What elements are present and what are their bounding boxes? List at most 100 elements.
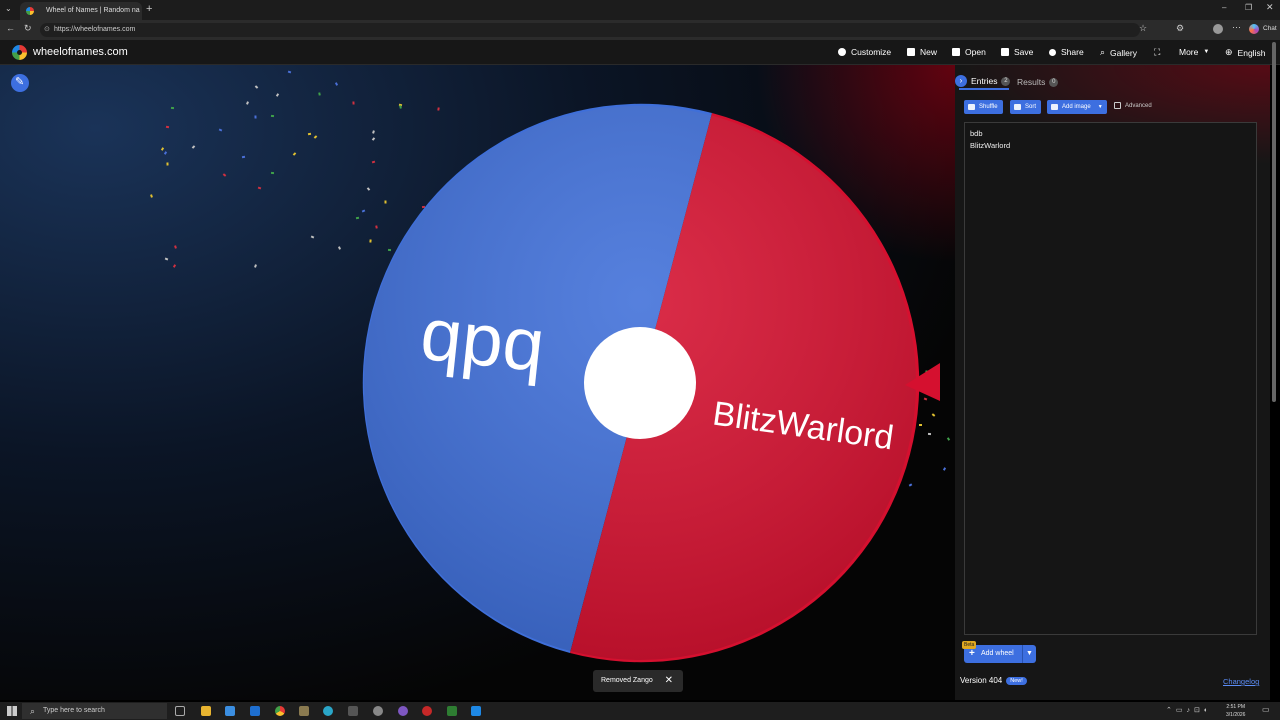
page-scrollbar[interactable] bbox=[1272, 42, 1276, 402]
notifications-icon[interactable]: ▭ bbox=[1262, 705, 1270, 714]
gallery-button[interactable]: ⌕ Gallery bbox=[1100, 47, 1137, 58]
entry-line: BlitzWarlord bbox=[970, 141, 1011, 150]
app-icon[interactable] bbox=[299, 706, 309, 716]
logo-icon[interactable] bbox=[12, 45, 27, 60]
advanced-label: Advanced bbox=[1125, 102, 1152, 109]
chevron-down-icon: ▼ bbox=[1097, 104, 1103, 110]
site-navbar: wheelofnames.com Customize New Open Save… bbox=[0, 40, 1280, 65]
new-badge: New! bbox=[1006, 676, 1027, 685]
entries-panel: › Entries 2 Results 0 Shuffle Sort Add i… bbox=[955, 65, 1270, 700]
windows-start-icon[interactable] bbox=[7, 706, 17, 716]
edge-icon[interactable] bbox=[323, 706, 333, 716]
close-window-icon[interactable]: ✕ bbox=[1266, 2, 1274, 13]
mail-icon[interactable] bbox=[250, 706, 260, 716]
wheel[interactable]: qpq BlitzWarlord bbox=[0, 65, 955, 700]
entries-textarea[interactable]: bdb BlitzWarlord bbox=[964, 122, 1257, 635]
close-icon[interactable]: ✕ bbox=[665, 670, 673, 692]
shuffle-button[interactable]: Shuffle bbox=[964, 100, 1003, 114]
checkbox-icon bbox=[1114, 102, 1121, 109]
customize-button[interactable]: Customize bbox=[838, 47, 891, 57]
extensions-icon[interactable]: ⚙ bbox=[1176, 23, 1184, 34]
chrome-icon[interactable] bbox=[275, 706, 285, 716]
more-label: More bbox=[1179, 47, 1199, 57]
search-icon: ⌕ bbox=[30, 706, 36, 716]
language-label: English bbox=[1237, 47, 1266, 58]
save-button[interactable]: Save bbox=[1001, 47, 1033, 57]
new-label: New bbox=[920, 47, 938, 57]
share-label: Share bbox=[1061, 47, 1084, 57]
wheel-label-qpq: qpq bbox=[417, 292, 548, 387]
copilot-icon[interactable] bbox=[1249, 24, 1259, 34]
app-icon[interactable] bbox=[471, 706, 481, 716]
reload-icon[interactable]: ↻ bbox=[24, 23, 32, 34]
open-button[interactable]: Open bbox=[952, 47, 986, 57]
address-bar-row: ← ↻ ⊙ https://wheelofnames.com ☆ ⚙ ⋯ Cha… bbox=[0, 20, 1280, 40]
language-button[interactable]: ⊕ English bbox=[1225, 47, 1265, 58]
fullscreen-button[interactable]: ⛶ bbox=[1154, 47, 1160, 58]
chevron-down-icon[interactable]: ▼ bbox=[1022, 645, 1036, 663]
taskbar-clock[interactable]: 2:51 PM 3/1/2026 bbox=[1226, 703, 1245, 719]
new-button[interactable]: New bbox=[907, 47, 937, 57]
advanced-checkbox[interactable]: Advanced bbox=[1114, 102, 1152, 109]
share-button[interactable]: Share bbox=[1049, 47, 1084, 57]
clock-date: 3/1/2026 bbox=[1226, 712, 1246, 718]
toast-notification: Removed Zango ✕ bbox=[593, 670, 683, 692]
chat-label[interactable]: Chat bbox=[1263, 25, 1277, 32]
palette-icon bbox=[838, 48, 846, 56]
app-icon[interactable] bbox=[447, 706, 457, 716]
tab-list-icon[interactable]: ⌄ bbox=[5, 4, 12, 13]
lock-icon: ⊙ bbox=[44, 26, 50, 33]
share-icon bbox=[1049, 48, 1056, 56]
minimize-icon[interactable]: – bbox=[1222, 3, 1226, 12]
system-tray-icons[interactable]: ⌃▭♪⊡◐ bbox=[1166, 706, 1212, 714]
sort-label: Sort bbox=[1025, 104, 1037, 110]
taskbar-search-placeholder: Type here to search bbox=[43, 707, 105, 714]
new-tab-icon[interactable]: + bbox=[146, 3, 152, 15]
tab-title: Wheel of Names | Random na bbox=[46, 7, 140, 14]
file-icon bbox=[907, 48, 915, 56]
tab-results-label: Results bbox=[1017, 77, 1046, 87]
favorite-icon[interactable]: ☆ bbox=[1139, 23, 1147, 34]
entry-line: bdb bbox=[970, 129, 983, 138]
app-icon[interactable] bbox=[422, 706, 432, 716]
fullscreen-icon: ⛶ bbox=[1154, 47, 1161, 57]
collapse-panel-icon[interactable]: › bbox=[955, 75, 967, 87]
tab-entries[interactable]: › Entries 2 bbox=[955, 75, 1011, 87]
beta-badge: Beta bbox=[962, 641, 977, 649]
site-name[interactable]: wheelofnames.com bbox=[33, 46, 128, 58]
entries-count-badge: 2 bbox=[1001, 76, 1011, 86]
settings-icon[interactable] bbox=[373, 706, 383, 716]
sort-button[interactable]: Sort bbox=[1010, 100, 1042, 114]
wheel-center[interactable] bbox=[584, 327, 696, 439]
results-count-badge: 0 bbox=[1049, 77, 1059, 87]
tab-entries-label: Entries bbox=[971, 76, 998, 86]
browser-tab-bar: ⌄ Wheel of Names | Random na + – ❐ ✕ bbox=[0, 0, 1280, 20]
favicon-icon bbox=[26, 7, 34, 15]
globe-icon: ⊕ bbox=[1225, 47, 1233, 57]
back-icon[interactable]: ← bbox=[6, 23, 15, 33]
chevron-down-icon: ▼ bbox=[1203, 49, 1210, 55]
folder-icon bbox=[952, 48, 960, 56]
url-text: https://wheelofnames.com bbox=[54, 26, 136, 33]
more-button[interactable]: More ▼ bbox=[1179, 47, 1209, 57]
shuffle-label: Shuffle bbox=[979, 104, 998, 110]
file-explorer-icon[interactable] bbox=[201, 706, 211, 716]
store-icon[interactable] bbox=[225, 706, 235, 716]
restore-icon[interactable]: ❐ bbox=[1245, 3, 1252, 12]
gallery-label: Gallery bbox=[1110, 47, 1137, 58]
profile-icon[interactable] bbox=[1213, 24, 1223, 34]
version-label: Version 404 bbox=[960, 676, 1003, 685]
browser-tab[interactable]: Wheel of Names | Random na bbox=[20, 2, 142, 20]
tab-results[interactable]: Results 0 bbox=[1017, 77, 1059, 87]
menu-dots-icon[interactable]: ⋯ bbox=[1232, 22, 1241, 33]
task-view-icon[interactable] bbox=[175, 706, 185, 716]
app-icon[interactable] bbox=[398, 706, 408, 716]
clock-time: 2:51 PM bbox=[1226, 704, 1246, 710]
add-image-button[interactable]: Add image ▼ bbox=[1047, 100, 1107, 114]
url-field[interactable]: ⊙ https://wheelofnames.com bbox=[40, 23, 1140, 37]
save-icon bbox=[1001, 48, 1009, 56]
windows-taskbar: ⌕ Type here to search ⌃▭♪⊡◐ 2:51 PM 3/1/… bbox=[0, 702, 1280, 720]
taskbar-search[interactable]: ⌕ Type here to search bbox=[22, 703, 167, 719]
app-icon[interactable] bbox=[348, 706, 358, 716]
changelog-link[interactable]: Changelog bbox=[1223, 677, 1259, 686]
